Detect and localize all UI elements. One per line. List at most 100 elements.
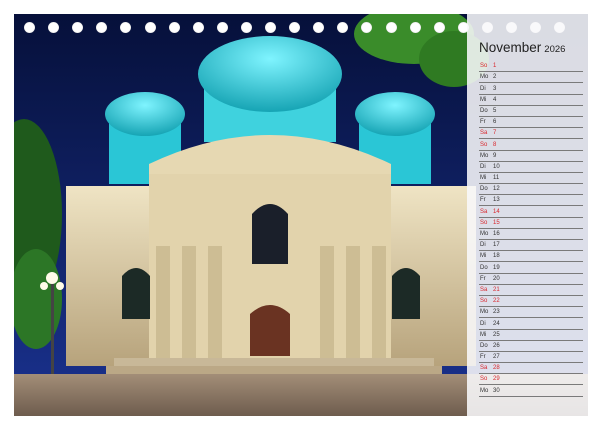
day-row: Di 3 <box>479 83 583 95</box>
day-number: 20 <box>493 275 500 282</box>
binding-hole <box>24 22 35 33</box>
weekday-label: Sa <box>480 130 488 137</box>
day-row: So 29 <box>479 374 583 386</box>
weekday-label: Di <box>480 242 486 249</box>
day-row: So 22 <box>479 296 583 308</box>
day-row: Mo 9 <box>479 151 583 162</box>
weekday-label: So <box>480 298 488 305</box>
day-number: 3 <box>493 85 497 92</box>
binding-hole <box>96 22 108 33</box>
binding-hole <box>168 22 180 33</box>
day-number: 24 <box>493 320 500 327</box>
binding-hole <box>433 22 445 33</box>
day-row: Fr 6 <box>479 117 583 129</box>
weekday-label: Mo <box>480 231 489 237</box>
day-number: 12 <box>493 186 500 193</box>
weekday-label: Mo <box>480 387 489 394</box>
day-number: 9 <box>493 152 497 159</box>
binding-hole <box>265 22 276 33</box>
binding-hole <box>216 22 228 33</box>
day-row: So 8 <box>479 139 583 151</box>
day-row: Mo 16 <box>479 229 583 240</box>
day-number: 1 <box>493 63 497 70</box>
day-row: Mo 2 <box>479 72 583 84</box>
day-number: 22 <box>493 298 500 305</box>
day-number: 13 <box>493 197 500 204</box>
day-row: Sa 7 <box>479 128 583 140</box>
month-name: November <box>479 40 542 55</box>
day-row: Mi 25 <box>479 330 583 341</box>
day-row: Di 17 <box>479 240 583 252</box>
binding-hole <box>313 22 325 33</box>
day-number: 2 <box>493 74 497 81</box>
weekday-label: Mo <box>480 74 489 81</box>
day-row: Mi 4 <box>479 95 583 106</box>
day-row: Do 26 <box>479 341 583 352</box>
day-number: 6 <box>493 119 497 126</box>
weekday-label: Di <box>480 85 486 92</box>
binding-hole <box>72 22 84 33</box>
weekday-label: Sa <box>480 286 488 293</box>
day-number: 15 <box>493 219 500 226</box>
binding-hole <box>409 22 421 33</box>
day-row: So 1 <box>479 61 583 73</box>
day-number: 21 <box>493 286 500 293</box>
weekday-label: Fr <box>480 119 486 126</box>
binding-hole <box>385 22 397 33</box>
weekday-label: Fr <box>480 275 486 282</box>
weekday-label: Do <box>480 264 488 271</box>
weekday-label: Sa <box>480 365 488 372</box>
weekday-label: Di <box>480 320 486 327</box>
day-number: 14 <box>493 208 500 215</box>
weekday-label: Di <box>480 163 486 170</box>
day-row: Mi 11 <box>479 173 583 185</box>
weekday-label: So <box>480 376 488 383</box>
day-number: 19 <box>493 264 500 271</box>
day-row: Do 19 <box>479 262 583 274</box>
day-row: Di 24 <box>479 318 583 330</box>
day-number: 29 <box>493 376 500 383</box>
weekday-label: Mi <box>480 253 487 260</box>
day-row: Fr 20 <box>479 274 583 285</box>
day-number: 23 <box>493 309 500 316</box>
day-number: 26 <box>493 342 500 349</box>
year-label: 2026 <box>544 44 566 55</box>
month-title: November 2026 <box>479 40 565 55</box>
weekday-label: Do <box>480 342 488 349</box>
weekday-label: Mi <box>480 175 487 182</box>
weekday-label: So <box>480 141 488 148</box>
day-number: 17 <box>493 242 500 249</box>
binding-hole <box>337 22 349 33</box>
day-list: So 1 Mo 2 Di 3 Mi 4 Do 5 Fr 6 Sa 7 So 8 Mo 9 Di 10 Mi 11 Do 12 F… <box>479 61 583 397</box>
binding-hole <box>361 22 373 33</box>
day-number: 7 <box>493 130 497 137</box>
binding-hole <box>289 22 301 33</box>
day-row: Fr 13 <box>479 195 583 207</box>
calendar-panel: November 2026 So 1 Mo 2 Di 3 Mi 4 Do 5 Fr 6 Sa 7 So 8 Mo 9… <box>467 14 588 416</box>
day-row: Di 10 <box>479 162 583 173</box>
day-row: Mo 30 <box>479 385 583 397</box>
day-number: 30 <box>493 387 500 394</box>
day-row: So 15 <box>479 218 583 229</box>
weekday-label: Sa <box>480 208 488 215</box>
day-number: 8 <box>493 141 497 148</box>
weekday-label: Mo <box>480 309 489 316</box>
weekday-label: Fr <box>480 197 486 204</box>
day-number: 27 <box>493 354 500 361</box>
day-number: 16 <box>493 231 500 237</box>
day-number: 28 <box>493 365 500 372</box>
day-number: 4 <box>493 96 497 103</box>
weekday-label: Mi <box>480 96 487 103</box>
calendar-page: November 2026 So 1 Mo 2 Di 3 Mi 4 Do 5 Fr 6 Sa 7 So 8 Mo 9… <box>0 0 600 431</box>
binding-hole <box>120 22 132 33</box>
day-row: Sa 21 <box>479 285 583 296</box>
binding-hole <box>144 22 156 33</box>
weekday-label: Mi <box>480 331 487 338</box>
binding-hole <box>240 22 252 33</box>
day-number: 10 <box>493 163 500 170</box>
day-row: Sa 28 <box>479 363 583 375</box>
day-row: Do 12 <box>479 184 583 196</box>
weekday-label: So <box>480 63 488 70</box>
day-row: Do 5 <box>479 106 583 117</box>
weekday-label: Fr <box>480 354 486 361</box>
